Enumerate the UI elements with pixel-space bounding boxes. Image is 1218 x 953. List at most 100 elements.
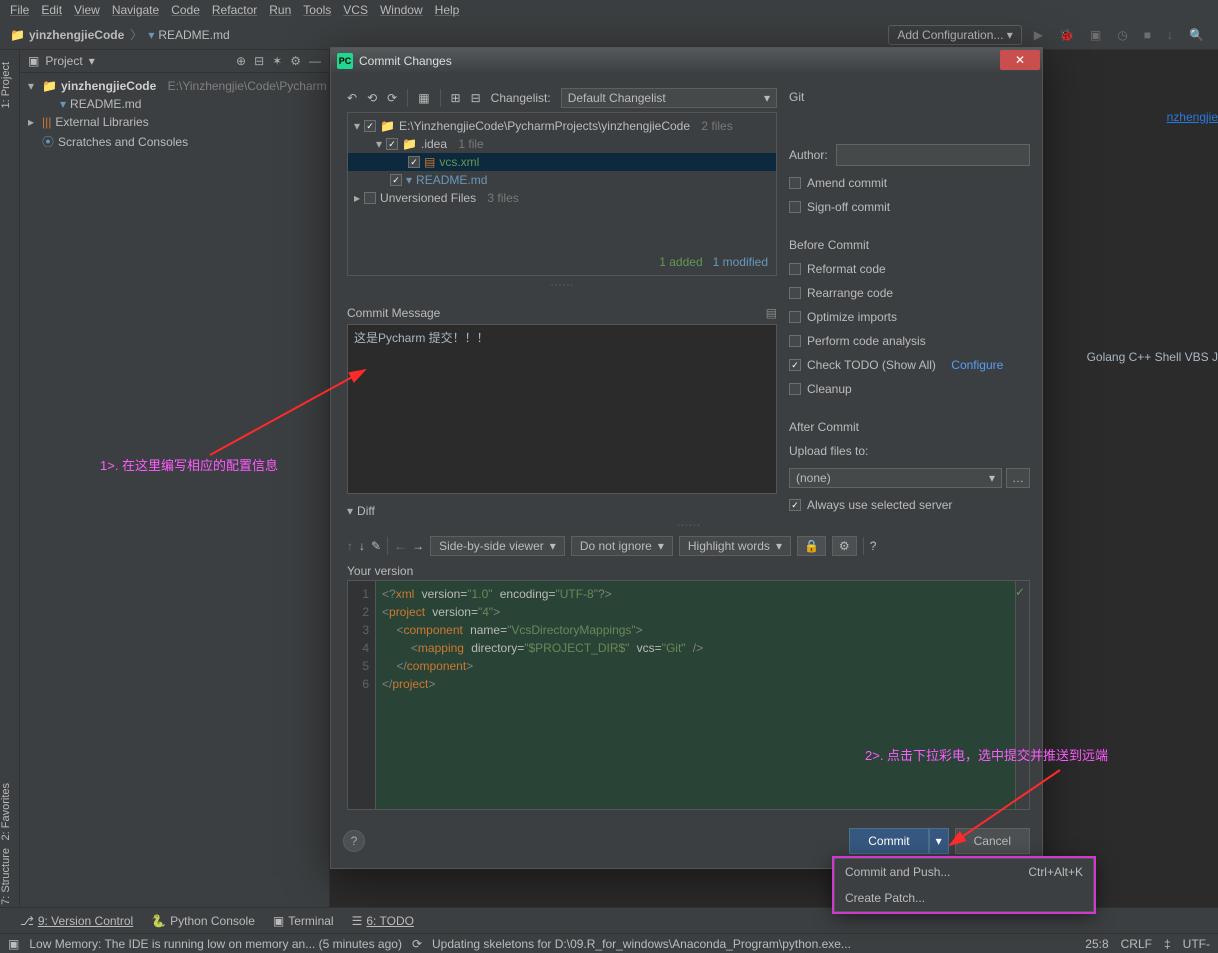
diff-ruler[interactable] — [1015, 581, 1029, 809]
tree-root[interactable]: E:\YinzhengjieCode\PycharmProjects\yinzh… — [399, 119, 690, 133]
analysis-checkbox[interactable] — [789, 335, 801, 347]
project-tree[interactable]: ▾📁yinzhengjieCode E:\Yinzhengjie\Code\Py… — [20, 73, 329, 156]
tree-file-readme[interactable]: README.md — [416, 173, 487, 187]
checkbox[interactable] — [364, 120, 376, 132]
lock-icon[interactable]: 🔒 — [797, 536, 826, 556]
stop-icon[interactable]: ■ — [1140, 28, 1155, 42]
rearrange-checkbox[interactable] — [789, 287, 801, 299]
checkbox[interactable] — [386, 138, 398, 150]
tree-root[interactable]: yinzhengjieCode — [61, 79, 156, 93]
help-button[interactable]: ? — [343, 830, 365, 852]
cleanup-checkbox[interactable] — [789, 383, 801, 395]
next-file-icon[interactable]: → — [412, 539, 424, 553]
viewer-combo[interactable]: Side-by-side viewer ▾ — [430, 536, 565, 556]
upload-browse-button[interactable]: … — [1006, 468, 1030, 488]
tool-structure-tab[interactable]: 7: Structure — [0, 844, 19, 909]
menu-edit[interactable]: Edit — [35, 3, 68, 17]
signoff-checkbox[interactable] — [789, 201, 801, 213]
changelist-combo[interactable]: Default Changelist▾ — [561, 88, 777, 108]
dialog-titlebar[interactable]: PC Commit Changes ✕ — [331, 48, 1042, 74]
history-icon[interactable]: ▤ — [766, 306, 777, 320]
menu-file[interactable]: File — [4, 3, 35, 17]
group-icon[interactable]: ▦ — [418, 91, 429, 105]
tool-project-tab[interactable]: 1: Project — [0, 58, 19, 112]
tree-idea[interactable]: .idea — [421, 137, 447, 151]
tree-file-vcs[interactable]: vcs.xml — [439, 155, 479, 169]
menu-code[interactable]: Code — [165, 3, 206, 17]
status-icon[interactable]: ▣ — [8, 937, 19, 951]
todo-tab[interactable]: ☰6: TODO — [352, 914, 414, 928]
configure-link[interactable]: Configure — [951, 358, 1003, 372]
menu-window[interactable]: Window — [374, 3, 429, 17]
commit-button[interactable]: Commit — [849, 828, 928, 854]
cursor-pos[interactable]: 25:8 — [1085, 937, 1108, 951]
diff-editor[interactable]: 123456 <?xml version="1.0" encoding="UTF… — [347, 580, 1030, 810]
collapse-icon[interactable]: ⊕ — [236, 54, 246, 68]
version-control-tab[interactable]: ⎇9: Version Control — [20, 914, 133, 928]
refresh-icon[interactable]: ⟲ — [367, 91, 377, 105]
refresh-all-icon[interactable]: ⟳ — [387, 91, 397, 105]
tree-external-libraries[interactable]: External Libraries — [55, 115, 148, 129]
update-icon[interactable]: ↓ — [1163, 28, 1177, 42]
rollback-icon[interactable]: ↶ — [347, 91, 357, 105]
menu-vcs[interactable]: VCS — [337, 3, 374, 17]
breadcrumb-project[interactable]: yinzhengjieCode — [29, 28, 124, 42]
highlight-combo[interactable]: Highlight words ▾ — [679, 536, 791, 556]
edit-icon[interactable]: ✎ — [371, 539, 381, 553]
encoding[interactable]: UTF- — [1183, 937, 1210, 951]
main-menubar[interactable]: File Edit View Navigate Code Refactor Ru… — [0, 0, 1218, 20]
code-content[interactable]: <?xml version="1.0" encoding="UTF-8"?> <… — [376, 581, 1029, 809]
locate-icon[interactable]: ✶ — [272, 54, 282, 68]
menu-help[interactable]: Help — [429, 3, 466, 17]
menu-refactor[interactable]: Refactor — [206, 3, 263, 17]
checkbox[interactable] — [390, 174, 402, 186]
collapse-icon[interactable]: ⊟ — [471, 91, 481, 105]
commit-and-push-item[interactable]: Commit and Push...Ctrl+Alt+K — [835, 859, 1093, 885]
create-patch-item[interactable]: Create Patch... — [835, 885, 1093, 911]
coverage-icon[interactable]: ▣ — [1086, 28, 1105, 42]
search-icon[interactable]: 🔍 — [1185, 28, 1208, 42]
diff-label[interactable]: Diff — [357, 504, 375, 518]
commit-dropdown-menu[interactable]: Commit and Push...Ctrl+Alt+K Create Patc… — [834, 858, 1094, 912]
cancel-button[interactable]: Cancel — [955, 828, 1030, 854]
author-input[interactable] — [836, 144, 1030, 166]
ignore-combo[interactable]: Do not ignore ▾ — [571, 536, 673, 556]
project-panel-title[interactable]: Project — [45, 54, 82, 68]
upload-combo[interactable]: (none)▾ — [789, 468, 1002, 488]
menu-tools[interactable]: Tools — [297, 3, 337, 17]
breadcrumb-file[interactable]: README.md — [158, 28, 229, 42]
gear-icon[interactable]: ⚙ — [290, 54, 301, 68]
profile-icon[interactable]: ◷ — [1113, 28, 1131, 42]
commit-file-tree[interactable]: ▾📁E:\YinzhengjieCode\PycharmProjects\yin… — [347, 112, 777, 276]
tree-unversioned[interactable]: Unversioned Files — [380, 191, 476, 205]
editor-link[interactable]: nzhengjie — [1167, 110, 1218, 124]
prev-diff-icon[interactable]: ↑ — [347, 539, 353, 553]
expand-icon[interactable]: ⊞ — [451, 91, 461, 105]
menu-navigate[interactable]: Navigate — [106, 3, 165, 17]
commit-message-input[interactable]: 这是Pycharm 提交！！！ — [347, 324, 777, 494]
terminal-tab[interactable]: ▣Terminal — [273, 914, 334, 928]
todo-checkbox[interactable] — [789, 359, 801, 371]
commit-dropdown-button[interactable]: ▾ — [929, 828, 949, 854]
amend-checkbox[interactable] — [789, 177, 801, 189]
help-icon[interactable]: ? — [870, 539, 877, 553]
menu-view[interactable]: View — [68, 3, 106, 17]
tool-favorites-tab[interactable]: 2: Favorites — [0, 779, 19, 844]
checkbox[interactable] — [364, 192, 376, 204]
menu-run[interactable]: Run — [263, 3, 297, 17]
run-config-combo[interactable]: Add Configuration... ▾ — [888, 25, 1021, 45]
line-sep[interactable]: CRLF — [1121, 937, 1152, 951]
optimize-checkbox[interactable] — [789, 311, 801, 323]
close-button[interactable]: ✕ — [1000, 50, 1040, 70]
sep-icon[interactable]: ‡ — [1164, 937, 1171, 951]
hide-icon[interactable]: — — [309, 54, 321, 68]
gear-icon[interactable]: ⚙ — [832, 536, 857, 556]
next-diff-icon[interactable]: ↓ — [359, 539, 365, 553]
python-console-tab[interactable]: 🐍Python Console — [151, 914, 255, 928]
debug-icon[interactable]: 🐞 — [1055, 28, 1078, 42]
reformat-checkbox[interactable] — [789, 263, 801, 275]
select-opened-icon[interactable]: ⊟ — [254, 54, 264, 68]
tree-scratches[interactable]: Scratches and Consoles — [58, 135, 188, 149]
run-icon[interactable]: ▶ — [1030, 28, 1047, 42]
checkbox[interactable] — [408, 156, 420, 168]
